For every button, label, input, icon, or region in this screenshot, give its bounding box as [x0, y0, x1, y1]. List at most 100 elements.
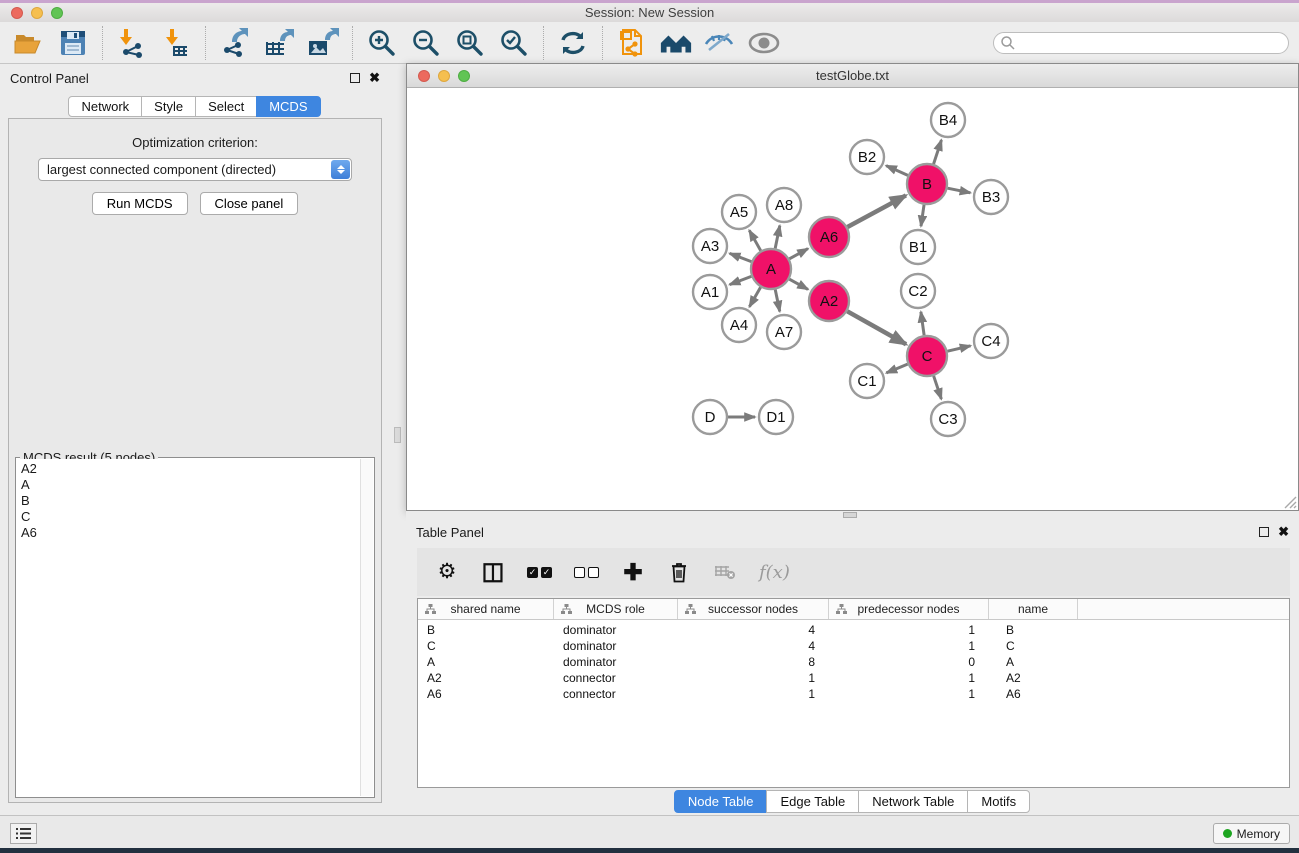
edge-C-C3[interactable]	[934, 376, 942, 399]
save-session-icon[interactable]	[56, 27, 90, 59]
node-A4[interactable]: A4	[722, 308, 756, 342]
edge-A-A5[interactable]	[749, 230, 760, 250]
net-minimize-button[interactable]	[438, 70, 450, 82]
table-tab-node-table[interactable]: Node Table	[674, 790, 768, 813]
column-header-successor-nodes[interactable]: successor nodes	[678, 599, 829, 619]
table-row[interactable]: Cdominator41C	[418, 638, 1289, 654]
node-C[interactable]: C	[907, 336, 947, 376]
column-header-shared-name[interactable]: shared name	[418, 599, 554, 619]
zoom-in-icon[interactable]	[365, 27, 399, 59]
cell-successor-nodes[interactable]: 8	[678, 655, 829, 669]
tab-select[interactable]: Select	[195, 96, 257, 117]
result-item[interactable]: A6	[21, 525, 356, 541]
search-input[interactable]	[1016, 36, 1288, 50]
cell-predecessor-nodes[interactable]: 1	[829, 623, 989, 637]
edge-A-A3[interactable]	[730, 253, 752, 261]
import-network-icon[interactable]	[115, 27, 149, 59]
cell-shared-name[interactable]: A2	[418, 671, 554, 685]
node-B4[interactable]: B4	[931, 103, 965, 137]
node-C3[interactable]: C3	[931, 402, 965, 436]
edge-A-A4[interactable]	[749, 287, 760, 307]
delete-column-icon[interactable]	[667, 557, 691, 587]
cell-shared-name[interactable]: A6	[418, 687, 554, 701]
node-A5[interactable]: A5	[722, 195, 756, 229]
tab-style[interactable]: Style	[141, 96, 196, 117]
edge-C-C1[interactable]	[886, 364, 907, 373]
cell-predecessor-nodes[interactable]: 1	[829, 671, 989, 685]
export-table-icon[interactable]	[262, 27, 296, 59]
result-scrollbar[interactable]	[360, 459, 373, 796]
cell-successor-nodes[interactable]: 4	[678, 623, 829, 637]
table-row[interactable]: Adominator80A	[418, 654, 1289, 670]
close-panel-icon[interactable]: ✖	[369, 73, 380, 83]
cell-successor-nodes[interactable]: 1	[678, 671, 829, 685]
edge-A6-B[interactable]	[847, 195, 905, 227]
close-window-button[interactable]	[11, 7, 23, 19]
net-close-button[interactable]	[418, 70, 430, 82]
cell-shared-name[interactable]: B	[418, 623, 554, 637]
node-B3[interactable]: B3	[974, 180, 1008, 214]
close-table-panel-icon[interactable]: ✖	[1278, 527, 1289, 537]
table-row[interactable]: A6connector11A6	[418, 686, 1289, 702]
node-A1[interactable]: A1	[693, 275, 727, 309]
select-all-columns-icon[interactable]: ✓✓	[527, 557, 552, 587]
result-item[interactable]: A	[21, 477, 356, 493]
vertical-split-divider[interactable]	[390, 65, 406, 815]
close-panel-button[interactable]: Close panel	[200, 192, 299, 215]
zoom-selected-icon[interactable]	[497, 27, 531, 59]
cell-shared-name[interactable]: C	[418, 639, 554, 653]
zoom-window-button[interactable]	[51, 7, 63, 19]
node-B1[interactable]: B1	[901, 230, 935, 264]
tab-mcds[interactable]: MCDS	[256, 96, 320, 117]
column-header-name[interactable]: name	[989, 599, 1078, 619]
table-settings-icon[interactable]: ⚙	[435, 557, 459, 587]
cell-MCDS-role[interactable]: dominator	[554, 639, 678, 653]
add-column-icon[interactable]: ✚	[621, 557, 645, 587]
show-all-networks-icon[interactable]	[659, 27, 693, 59]
resize-grip-icon[interactable]	[1282, 494, 1297, 509]
node-A3[interactable]: A3	[693, 229, 727, 263]
cell-predecessor-nodes[interactable]: 0	[829, 655, 989, 669]
zoom-out-icon[interactable]	[409, 27, 443, 59]
minimize-window-button[interactable]	[31, 7, 43, 19]
node-A8[interactable]: A8	[767, 188, 801, 222]
task-history-button[interactable]	[10, 823, 37, 844]
table-tab-network-table[interactable]: Network Table	[858, 790, 968, 813]
float-panel-icon[interactable]	[350, 73, 360, 83]
zoom-fit-icon[interactable]	[453, 27, 487, 59]
table-row[interactable]: Bdominator41B	[418, 622, 1289, 638]
edge-A-A8[interactable]	[775, 226, 780, 249]
network-canvas[interactable]: B4B2BB3A8A5A6A3B1AA1C2A2A4A7C4CC1DD1C3	[407, 88, 1298, 510]
cell-successor-nodes[interactable]: 1	[678, 687, 829, 701]
cell-name[interactable]: A	[989, 655, 1078, 669]
result-item[interactable]: A2	[21, 461, 356, 477]
edge-C-C4[interactable]	[947, 346, 970, 351]
node-C4[interactable]: C4	[974, 324, 1008, 358]
column-header-predecessor-nodes[interactable]: predecessor nodes	[829, 599, 989, 619]
export-image-icon[interactable]	[306, 27, 340, 59]
table-tab-edge-table[interactable]: Edge Table	[766, 790, 859, 813]
net-zoom-button[interactable]	[458, 70, 470, 82]
node-A6[interactable]: A6	[809, 217, 849, 257]
edge-A-A7[interactable]	[775, 290, 780, 312]
new-network-icon[interactable]	[615, 27, 649, 59]
node-D1[interactable]: D1	[759, 400, 793, 434]
memory-button[interactable]: Memory	[1213, 823, 1290, 844]
cell-MCDS-role[interactable]: dominator	[554, 623, 678, 637]
cell-MCDS-role[interactable]: dominator	[554, 655, 678, 669]
float-table-panel-icon[interactable]	[1259, 527, 1269, 537]
cell-name[interactable]: A6	[989, 687, 1078, 701]
edge-A2-C[interactable]	[847, 311, 906, 344]
mcds-result-list[interactable]: A2ABCA6	[17, 459, 360, 796]
node-B[interactable]: B	[907, 164, 947, 204]
import-table-icon[interactable]	[159, 27, 193, 59]
table-tab-motifs[interactable]: Motifs	[967, 790, 1030, 813]
edge-B-B1[interactable]	[921, 205, 924, 226]
horizontal-split-divider[interactable]	[406, 511, 1299, 519]
node-D[interactable]: D	[693, 400, 727, 434]
result-item[interactable]: C	[21, 509, 356, 525]
node-C2[interactable]: C2	[901, 274, 935, 308]
open-session-icon[interactable]	[12, 27, 46, 59]
cell-name[interactable]: A2	[989, 671, 1078, 685]
show-selected-icon[interactable]	[747, 27, 781, 59]
